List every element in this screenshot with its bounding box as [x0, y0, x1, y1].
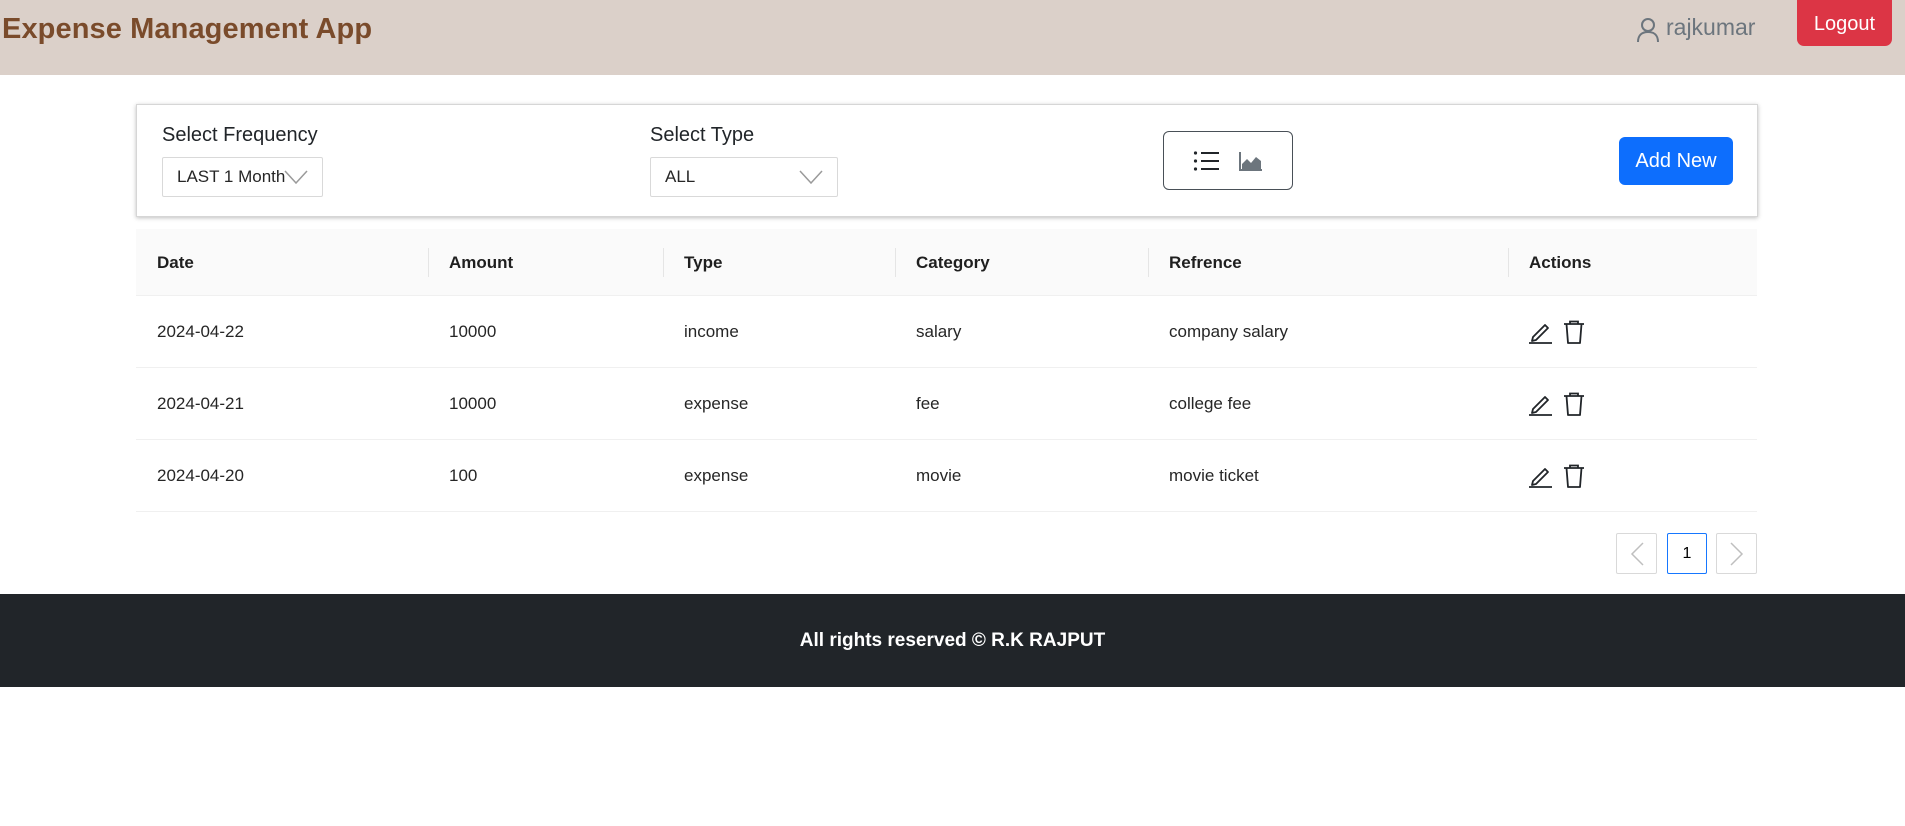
frequency-label: Select Frequency	[162, 124, 318, 146]
table-row: 2024-04-21 10000 expense fee college fee	[136, 368, 1757, 440]
page-button-1[interactable]: 1	[1667, 533, 1707, 574]
cell-type: income	[684, 322, 739, 341]
type-label: Select Type	[650, 124, 755, 146]
cell-type: expense	[684, 394, 749, 413]
username: rajkumar	[1666, 13, 1756, 40]
cell-reference: company salary	[1169, 322, 1289, 341]
delete-icon[interactable]	[1563, 320, 1585, 344]
table-header: Date Amount Type Category Refrence Actio…	[136, 229, 1757, 296]
chevron-left-icon	[1630, 541, 1644, 566]
add-new-button[interactable]: Add New	[1619, 137, 1733, 185]
view-toggle	[1163, 131, 1293, 190]
type-value: ALL	[665, 167, 696, 186]
frequency-value: LAST 1 Month	[177, 167, 286, 186]
cell-date: 2024-04-20	[157, 466, 244, 485]
cell-amount: 100	[449, 466, 478, 485]
cell-category: fee	[916, 394, 940, 413]
list-view-icon[interactable]	[1193, 150, 1219, 172]
cell-type: expense	[684, 466, 749, 485]
edit-icon[interactable]	[1528, 464, 1553, 488]
delete-icon[interactable]	[1563, 392, 1585, 416]
row-actions	[1528, 296, 1585, 368]
chevron-right-icon	[1729, 541, 1743, 566]
column-divider	[428, 248, 429, 277]
transactions-table: Date Amount Type Category Refrence Actio…	[136, 229, 1757, 512]
cell-date: 2024-04-22	[157, 322, 244, 341]
column-header-amount: Amount	[449, 252, 514, 272]
cell-date: 2024-04-21	[157, 394, 244, 413]
cell-amount: 10000	[449, 394, 497, 413]
cell-amount: 10000	[449, 322, 497, 341]
next-page-button[interactable]	[1716, 533, 1757, 574]
column-header-reference: Refrence	[1169, 252, 1242, 272]
chevron-down-icon	[799, 170, 823, 184]
delete-icon[interactable]	[1563, 464, 1585, 488]
prev-page-button[interactable]	[1616, 533, 1657, 574]
table-row: 2024-04-22 10000 income salary company s…	[136, 296, 1757, 368]
column-divider	[1148, 248, 1149, 277]
cell-category: movie	[916, 466, 962, 485]
column-header-category: Category	[916, 252, 990, 272]
column-divider	[663, 248, 664, 277]
user-icon	[1637, 18, 1659, 43]
column-divider	[1508, 248, 1509, 277]
app-brand[interactable]: Expense Management App	[2, 13, 372, 46]
row-actions	[1528, 440, 1585, 512]
cell-reference: college fee	[1169, 394, 1252, 413]
navbar: Expense Management App rajkumar Logout	[0, 0, 1905, 75]
row-actions	[1528, 368, 1585, 440]
frequency-select[interactable]: LAST 1 Month	[162, 157, 323, 197]
footer-text: All rights reserved © R.K RAJPUT	[799, 629, 1106, 651]
cell-category: salary	[916, 322, 962, 341]
chart-view-icon[interactable]	[1239, 151, 1263, 171]
edit-icon[interactable]	[1528, 320, 1553, 344]
column-header-actions: Actions	[1529, 252, 1592, 272]
user-menu[interactable]: rajkumar	[1636, 11, 1755, 43]
table-row: 2024-04-20 100 expense movie movie ticke…	[136, 440, 1757, 512]
type-select[interactable]: ALL	[650, 157, 838, 197]
column-header-date: Date	[157, 252, 194, 272]
column-divider	[895, 248, 896, 277]
column-header-type: Type	[684, 252, 723, 272]
chevron-down-icon	[284, 170, 308, 184]
edit-icon[interactable]	[1528, 392, 1553, 416]
filter-bar: Select Frequency LAST 1 Month Select Typ…	[136, 104, 1758, 217]
logout-button[interactable]: Logout	[1797, 0, 1892, 46]
cell-reference: movie ticket	[1169, 466, 1259, 485]
footer: All rights reserved © R.K RAJPUT	[0, 594, 1905, 687]
